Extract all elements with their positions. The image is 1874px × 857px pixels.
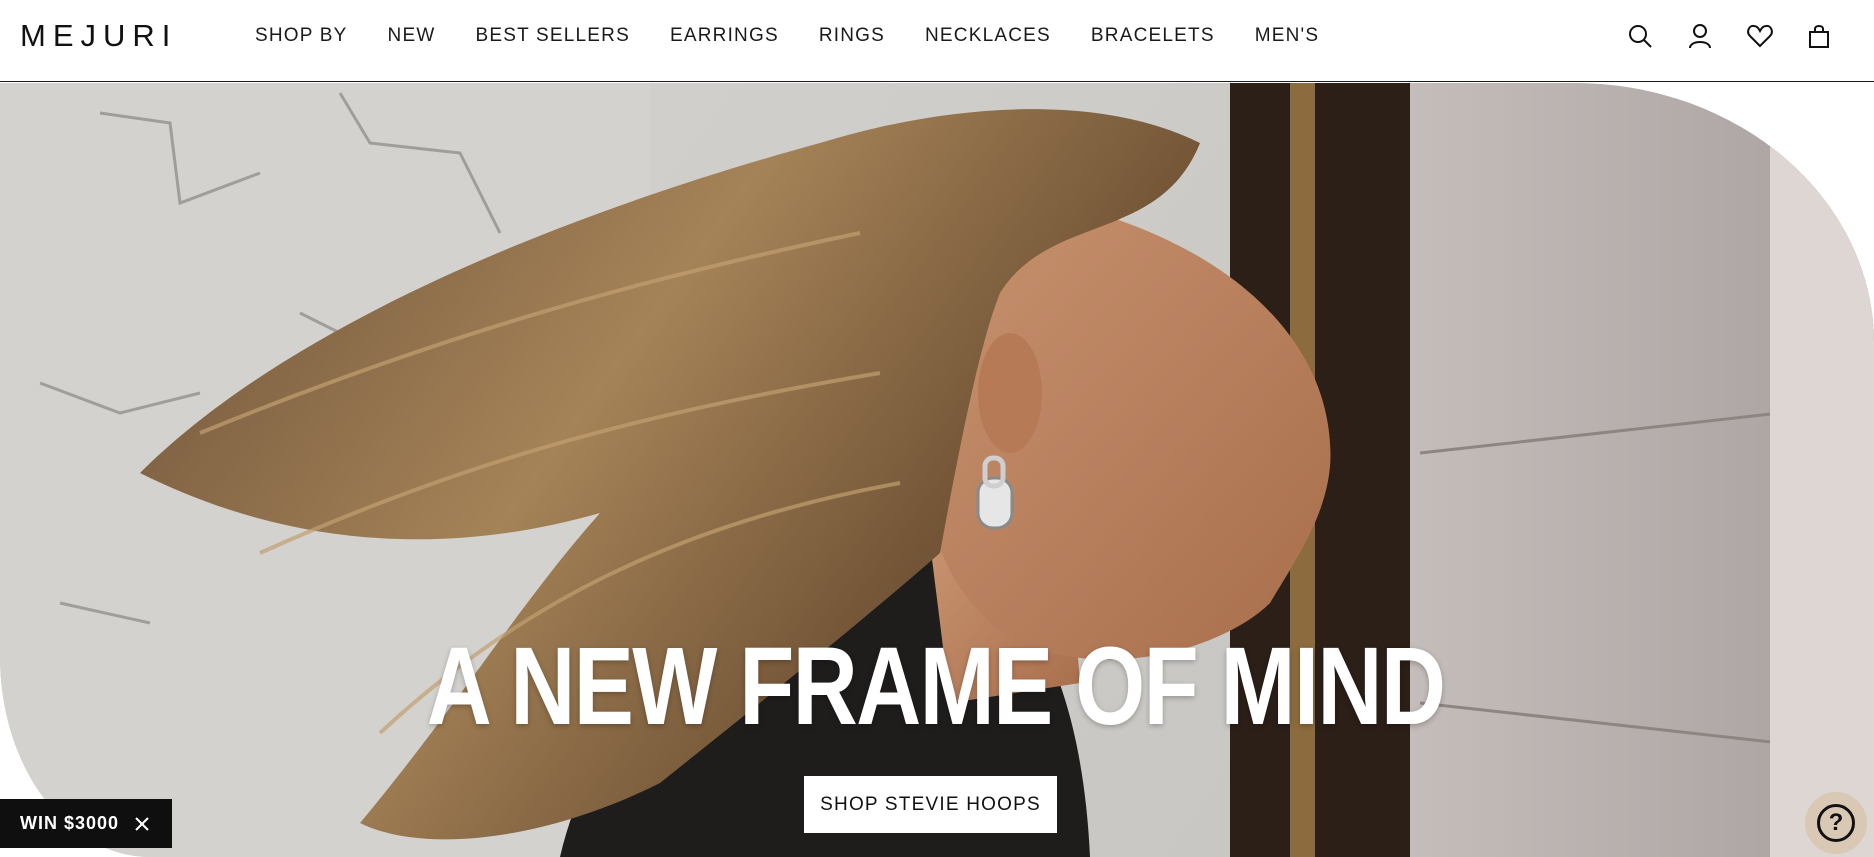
main-nav: SHOP BY NEW BEST SELLERS EARRINGS RINGS … [255, 25, 1359, 47]
nav-necklaces[interactable]: NECKLACES [925, 25, 1051, 47]
nav-mens[interactable]: MEN'S [1255, 25, 1320, 47]
shopping-bag-icon[interactable] [1805, 22, 1833, 50]
account-icon[interactable] [1686, 22, 1714, 50]
help-button[interactable]: ? [1805, 792, 1867, 854]
nav-rings[interactable]: RINGS [819, 25, 885, 47]
nav-shop-by[interactable]: SHOP BY [255, 25, 348, 47]
hero-banner: A NEW FRAME OF MIND SHOP STEVIE HOOPS [0, 83, 1874, 857]
wishlist-heart-icon[interactable] [1746, 22, 1774, 50]
win-promo-banner[interactable]: WIN $3000 [0, 799, 172, 848]
nav-bracelets[interactable]: BRACELETS [1091, 25, 1215, 47]
hero-headline: A NEW FRAME OF MIND [426, 625, 1446, 748]
shop-stevie-hoops-button[interactable]: SHOP STEVIE HOOPS [804, 776, 1057, 833]
site-header: MEJURI SHOP BY NEW BEST SELLERS EARRINGS… [0, 0, 1874, 82]
promo-label: WIN $3000 [20, 813, 120, 833]
mejuri-logo[interactable]: MEJURI [20, 18, 177, 54]
close-icon[interactable] [133, 815, 151, 833]
nav-earrings[interactable]: EARRINGS [670, 25, 779, 47]
search-icon[interactable] [1626, 22, 1654, 50]
nav-new[interactable]: NEW [388, 25, 436, 47]
help-icon: ? [1817, 804, 1855, 842]
nav-best-sellers[interactable]: BEST SELLERS [475, 25, 630, 47]
